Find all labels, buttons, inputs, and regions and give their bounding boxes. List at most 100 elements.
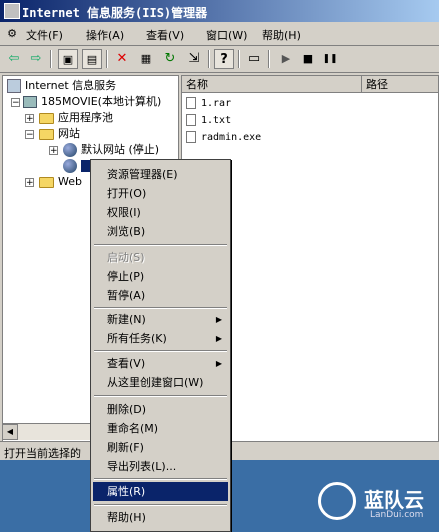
tree-label: 185MOVIE(本地计算机) [41, 95, 162, 108]
submenu-arrow-icon: ▶ [215, 334, 222, 343]
up-folder-icon[interactable]: ▣ [58, 49, 78, 69]
toolbar-separator [268, 50, 270, 68]
context-menu: 资源管理器(E) 打开(O) 权限(I) 浏览(B) 启动(S) 停止(P) 暂… [90, 159, 231, 532]
folder-icon [39, 112, 54, 124]
menu-item-browse[interactable]: 浏览(B) [93, 222, 228, 241]
watermark-logo: 蓝队云 LanDui.com [312, 478, 437, 528]
menu-item-view[interactable]: 查看(V) ▶ [93, 354, 228, 373]
iis-app-icon [4, 3, 20, 19]
menu-item-help[interactable]: 帮助(H) [93, 508, 228, 527]
tree-label: 应用程序池 [58, 111, 113, 124]
menu-separator [94, 307, 227, 309]
menu-separator [94, 504, 227, 506]
collapse-icon[interactable]: − [25, 130, 34, 140]
watermark-brand: 蓝队云 [364, 488, 424, 512]
menu-item-delete[interactable]: 删除(D) [93, 400, 228, 419]
menu-separator [94, 350, 227, 352]
list-item[interactable]: radmin.exe [186, 130, 261, 146]
menu-item-open[interactable]: 打开(O) [93, 184, 228, 203]
tree-label: Internet 信息服务 [25, 79, 117, 92]
folder-icon [39, 176, 54, 188]
expand-icon[interactable]: + [25, 178, 34, 188]
play-icon[interactable]: ▶ [276, 49, 296, 69]
toolbar-separator [238, 50, 240, 68]
list-item[interactable]: 1.txt [186, 113, 231, 129]
export-icon[interactable]: ⇲ [184, 49, 204, 69]
tree-item-web-extensions[interactable]: Web [39, 174, 82, 190]
tree-item-computer[interactable]: 185MOVIE(本地计算机) [23, 94, 161, 110]
delete-icon[interactable]: ✕ [112, 49, 132, 69]
toolbar-separator [50, 50, 52, 68]
menu-item-permissions[interactable]: 权限(I) [93, 203, 228, 222]
menu-item-pause[interactable]: 暂停(A) [93, 286, 228, 305]
submenu-arrow-icon: ▶ [215, 359, 222, 368]
toolbar: ⇦ ⇨ ▣ ▤ ✕ ▦ ↻ ⇲ ? ▭ ▶ ■ ❚❚ [0, 46, 439, 73]
collapse-icon[interactable]: − [11, 98, 20, 108]
file-icon [186, 114, 196, 126]
computer-icon[interactable]: ▭ [244, 49, 264, 69]
file-icon [186, 131, 196, 143]
scroll-left-icon[interactable]: ◀ [2, 424, 18, 440]
properties-icon[interactable]: ▦ [136, 49, 156, 69]
pause-icon[interactable]: ❚❚ [320, 49, 340, 69]
help-icon[interactable]: ? [214, 49, 234, 69]
menu-item-rename[interactable]: 重命名(M) [93, 419, 228, 438]
menu-item-label: 查看(V) [107, 357, 146, 370]
cloud-logo-icon [318, 482, 356, 520]
expand-icon[interactable]: + [49, 146, 58, 156]
expand-icon[interactable]: + [25, 114, 34, 124]
tree-item-default-site[interactable]: 默认网站 (停止) [63, 142, 159, 158]
menu-item-label: 新建(N) [107, 313, 146, 326]
file-name: radmin.exe [201, 132, 262, 143]
menu-item-stop[interactable]: 停止(P) [93, 267, 228, 286]
menu-help[interactable]: 帮助(H) [262, 27, 301, 43]
toolbar-separator [106, 50, 108, 68]
tree-label: 网站 [58, 127, 80, 140]
system-menu-icon[interactable]: ⚙ [2, 24, 22, 44]
refresh-icon[interactable]: ↻ [160, 49, 180, 69]
toolbar-separator [208, 50, 210, 68]
computer-icon [23, 96, 37, 108]
tree-label: 默认网站 (停止) [81, 143, 160, 156]
menu-item-new[interactable]: 新建(N) ▶ [93, 310, 228, 329]
column-header-name[interactable]: 名称 [182, 76, 362, 93]
menu-item-explorer[interactable]: 资源管理器(E) [93, 165, 228, 184]
submenu-arrow-icon: ▶ [215, 315, 222, 324]
title-bar[interactable]: Internet 信息服务(IIS)管理器 [0, 0, 439, 22]
watermark-site: LanDui.com [370, 510, 424, 520]
menu-item-label: 所有任务(K) [107, 332, 167, 345]
menu-window[interactable]: 窗口(W) [206, 27, 247, 43]
iis-icon [7, 79, 21, 93]
website-icon [63, 159, 77, 173]
forward-icon[interactable]: ⇨ [26, 49, 46, 69]
list-item[interactable]: 1.rar [186, 96, 231, 112]
menu-item-start: 启动(S) [107, 251, 145, 264]
stop-icon[interactable]: ■ [298, 49, 318, 69]
menu-item-refresh[interactable]: 刷新(F) [93, 438, 228, 457]
website-stopped-icon [63, 143, 77, 157]
tree-item-websites[interactable]: 网站 [39, 126, 80, 142]
file-name: 1.rar [201, 98, 232, 109]
menu-item-export-list[interactable]: 导出列表(L)... [93, 457, 228, 476]
menu-bar: ⚙ 文件(F) 操作(A) 查看(V) 窗口(W) 帮助(H) [0, 23, 439, 46]
menu-item-new-window[interactable]: 从这里创建窗口(W) [93, 373, 228, 392]
status-text: 打开当前选择的 [4, 447, 81, 460]
tree-label: Web [58, 175, 82, 188]
menu-separator [94, 244, 227, 246]
menu-file[interactable]: 文件(F) [26, 27, 63, 43]
show-tree-icon[interactable]: ▤ [82, 49, 102, 69]
menu-item-properties[interactable]: 属性(R) [93, 482, 228, 501]
menu-separator [94, 478, 227, 480]
column-header-path[interactable]: 路径 [362, 76, 438, 93]
folder-icon [39, 128, 54, 140]
menu-view[interactable]: 查看(V) [146, 27, 184, 43]
menu-separator [94, 395, 227, 397]
window-title: Internet 信息服务(IIS)管理器 [22, 6, 208, 20]
back-icon[interactable]: ⇦ [4, 49, 24, 69]
menu-item-all-tasks[interactable]: 所有任务(K) ▶ [93, 329, 228, 348]
file-icon [186, 97, 196, 109]
menu-action[interactable]: 操作(A) [86, 27, 124, 43]
tree-item-app-pools[interactable]: 应用程序池 [39, 110, 113, 126]
file-name: 1.txt [201, 115, 232, 126]
tree-item-iis-root[interactable]: Internet 信息服务 [7, 78, 116, 94]
